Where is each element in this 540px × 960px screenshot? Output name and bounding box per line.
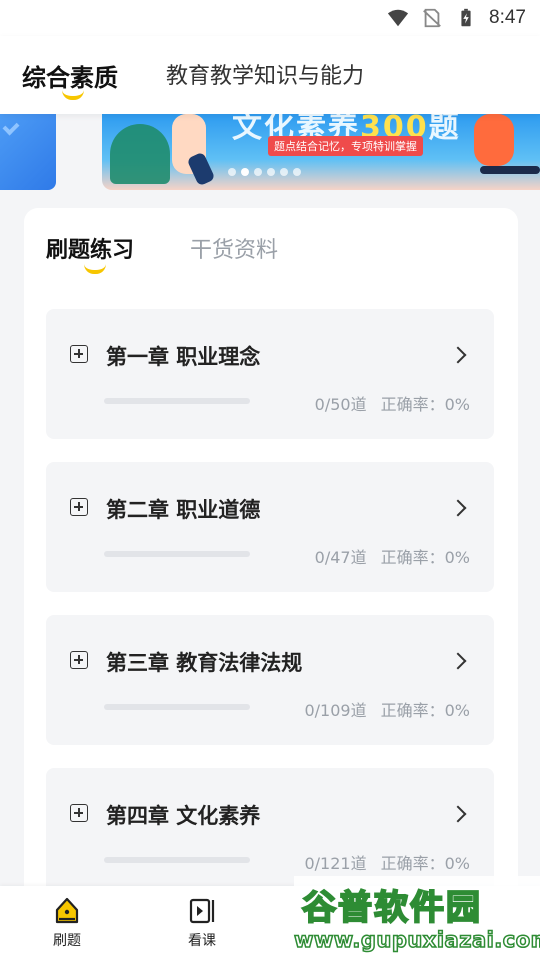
chapter-stats: 0/50道 正确率：0% (315, 391, 470, 415)
chapter-title: 第三章 教育法律法规 (106, 651, 303, 675)
chapter-stats: 0/109道 正确率：0% (304, 697, 470, 721)
skater-illustration (474, 114, 514, 166)
wifi-icon (387, 9, 409, 27)
watermark-title: 谷普软件园 (301, 887, 482, 929)
active-subtab-indicator (84, 264, 106, 274)
skateboard-illustration (480, 166, 540, 174)
chapter-progress-bar (104, 398, 250, 404)
carousel-dot[interactable] (267, 168, 275, 176)
expand-icon[interactable] (70, 345, 88, 363)
carousel-indicator (228, 168, 301, 176)
chevron-right-icon[interactable] (449, 499, 467, 517)
practice-card: 刷题练习 干货资料 第一章 职业理念 0/50道 正确率：0% 第二章 职业道德… (24, 208, 518, 928)
chapter-item-1[interactable]: 第一章 职业理念 0/50道 正确率：0% (46, 309, 494, 439)
question-count: 0/121道 (304, 854, 367, 873)
expand-icon[interactable] (70, 498, 88, 516)
battery-charging-icon (461, 8, 471, 27)
chapter-title: 第一章 职业理念 (106, 345, 261, 369)
person-leg-illustration (186, 151, 216, 187)
chevron-right-icon[interactable] (449, 805, 467, 823)
question-count: 0/47道 (314, 548, 367, 567)
accuracy-rate: 正确率：0% (380, 395, 470, 414)
expand-icon[interactable] (70, 651, 88, 669)
chapter-item-3[interactable]: 第三章 教育法律法规 0/109道 正确率：0% (46, 615, 494, 745)
tab-practice[interactable]: 刷题练习 (46, 232, 134, 264)
chapter-progress-bar (104, 551, 250, 557)
chevron-right-icon[interactable] (449, 346, 467, 364)
top-tab-bar: 综合素质 教育教学知识与能力 (0, 36, 540, 114)
status-time: 8:47 (489, 7, 526, 28)
carousel-dot[interactable] (228, 168, 236, 176)
video-icon (189, 898, 215, 924)
nav-label: 刷题 (53, 933, 81, 949)
active-tab-indicator (62, 90, 84, 100)
banner-carousel[interactable]: 文化素养300题 题点结合记忆，专项特训掌握 (102, 114, 540, 190)
expand-icon[interactable] (70, 804, 88, 822)
plant-illustration (110, 124, 170, 184)
watermark-url: www.gupuxiazai.com (293, 927, 540, 953)
question-count: 0/50道 (314, 395, 367, 414)
tab-teaching-knowledge[interactable]: 教育教学知识与能力 (166, 58, 364, 90)
practice-icon (55, 897, 79, 924)
carousel-dot[interactable] (254, 168, 262, 176)
question-count: 0/109道 (304, 701, 367, 720)
check-icon (2, 118, 20, 136)
carousel-dot[interactable] (293, 168, 301, 176)
chapter-stats: 0/47道 正确率：0% (315, 544, 470, 568)
watermark: 谷普软件园 www.gupuxiazai.com (293, 876, 540, 960)
chapter-title: 第四章 文化素养 (106, 804, 261, 828)
nav-video[interactable]: 看课 (162, 896, 242, 950)
status-bar: 8:47 (0, 0, 540, 36)
nav-practice[interactable]: 刷题 (27, 896, 107, 950)
accuracy-rate: 正确率：0% (380, 854, 470, 873)
chapter-stats: 0/121道 正确率：0% (304, 850, 470, 874)
nav-label: 看课 (188, 933, 216, 949)
tab-comprehensive-quality[interactable]: 综合素质 (22, 58, 118, 93)
chevron-right-icon[interactable] (449, 652, 467, 670)
no-sim-icon (423, 8, 441, 28)
chapter-item-2[interactable]: 第二章 职业道德 0/47道 正确率：0% (46, 462, 494, 592)
accuracy-rate: 正确率：0% (380, 701, 470, 720)
chapter-progress-bar (104, 704, 250, 710)
tab-materials[interactable]: 干货资料 (190, 232, 278, 264)
carousel-dot[interactable] (280, 168, 288, 176)
accuracy-rate: 正确率：0% (380, 548, 470, 567)
banner-previous-slide[interactable] (0, 114, 56, 190)
chapter-title: 第二章 职业道德 (106, 498, 261, 522)
banner-subtitle: 题点结合记忆，专项特训掌握 (268, 136, 423, 156)
carousel-dot-active[interactable] (241, 168, 249, 176)
chapter-progress-bar (104, 857, 250, 863)
